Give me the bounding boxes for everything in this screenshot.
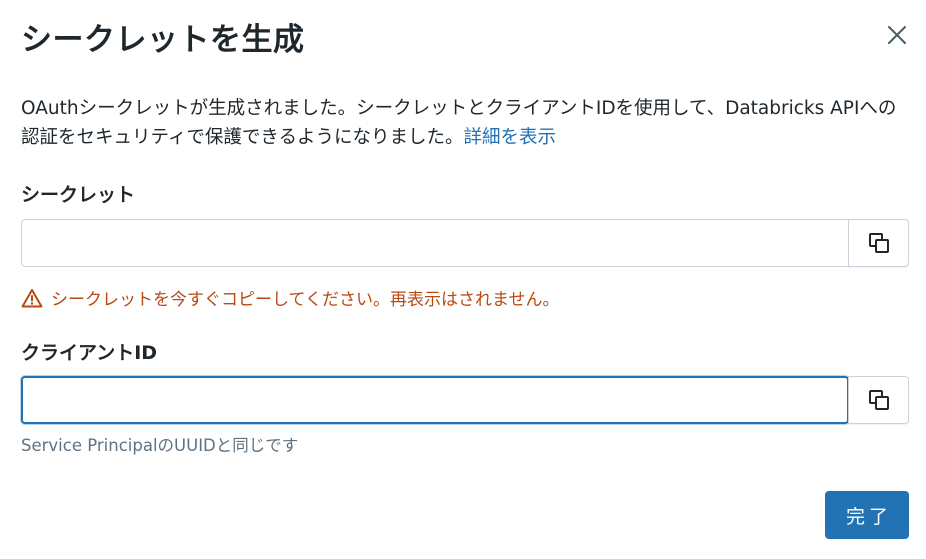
close-button[interactable] (880, 18, 914, 52)
dialog-description: OAuthシークレットが生成されました。シークレットとクライアントIDを使用して… (21, 94, 911, 152)
secret-input[interactable] (21, 219, 849, 267)
done-button[interactable]: 完了 (825, 491, 909, 539)
secret-label: シークレット (21, 184, 136, 206)
copy-icon (868, 233, 889, 253)
generate-secret-dialog: シークレットを生成 OAuthシークレットが生成されました。シークレットとクライ… (0, 0, 926, 559)
client-id-hint: Service PrincipalのUUIDと同じです (21, 436, 299, 455)
copy-client-id-button[interactable] (848, 376, 909, 424)
warning-text: シークレットを今すぐコピーしてください。再表示はされません。 (51, 290, 560, 310)
close-icon (888, 26, 906, 44)
learn-more-link[interactable]: 詳細を表示 (464, 127, 557, 148)
description-text: OAuthシークレットが生成されました。シークレットとクライアントIDを使用して… (21, 98, 897, 148)
dialog-title: シークレットを生成 (21, 22, 305, 58)
copy-icon (868, 390, 889, 410)
secret-warning: シークレットを今すぐコピーしてください。再表示はされません。 (21, 285, 559, 310)
copy-secret-button[interactable] (848, 219, 909, 267)
client-id-label: クライアントID (21, 342, 158, 364)
client-id-input[interactable] (21, 376, 849, 424)
warning-icon (21, 288, 43, 307)
